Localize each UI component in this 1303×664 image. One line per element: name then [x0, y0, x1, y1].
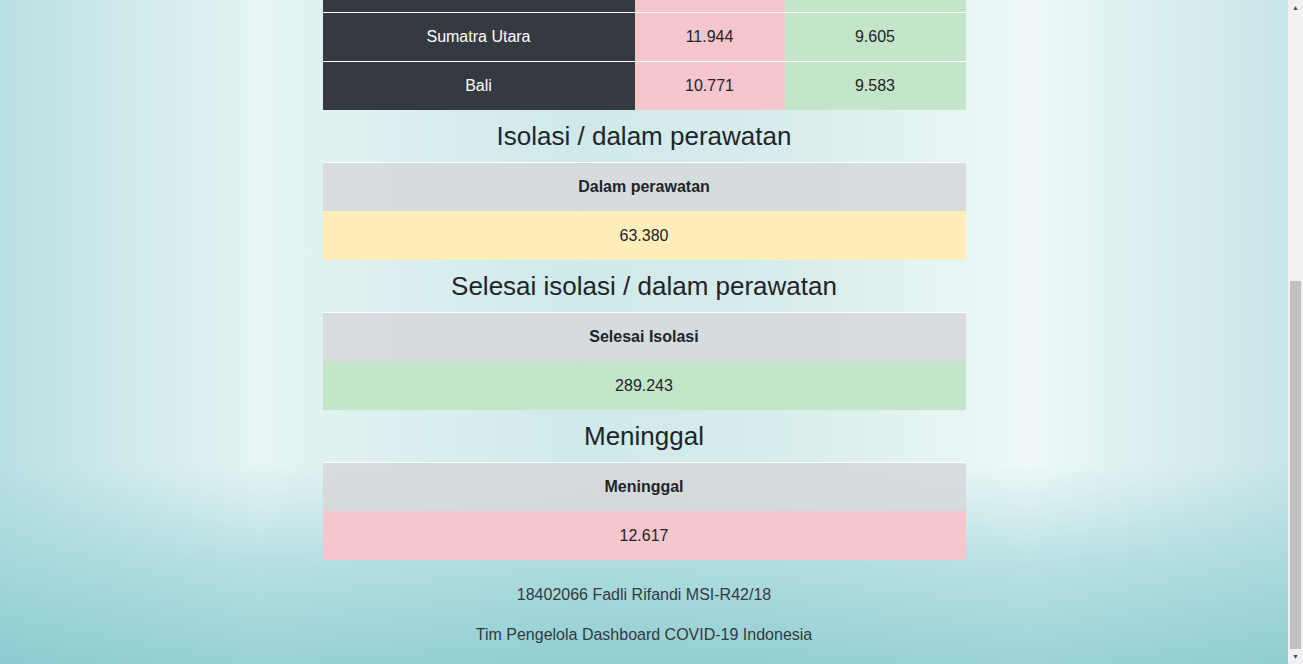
content-column: Sumatra Utara11.9449.605Bali10.7719.583I…: [323, 0, 966, 664]
scroll-track[interactable]: [1288, 15, 1303, 649]
footer-text: Tim Pengelola Dashboard COVID-19 Indones…: [323, 623, 966, 647]
footer-text: 18402066 Fadli Rifandi MSI-R42/18: [323, 583, 966, 607]
footer: 18402066 Fadli Rifandi MSI-R42/18 Tim Pen…: [323, 560, 966, 663]
province-cell: Sumatra Utara: [323, 13, 635, 61]
province-table: Sumatra Utara11.9449.605Bali10.7719.583: [323, 0, 966, 110]
stat-label: Selesai Isolasi: [323, 312, 966, 361]
stat-value: 12.617: [323, 511, 966, 560]
recovered-cell: 9.583: [785, 62, 966, 110]
stat-value: 63.380: [323, 211, 966, 260]
page: Sumatra Utara11.9449.605Bali10.7719.583I…: [0, 0, 1303, 664]
recovered-cell: [785, 0, 966, 12]
recovered-cell: 9.605: [785, 13, 966, 61]
dashboard: Sumatra Utara11.9449.605Bali10.7719.583I…: [0, 0, 1288, 664]
table-row: Sumatra Utara11.9449.605: [323, 12, 966, 61]
stat-value: 289.243: [323, 361, 966, 410]
stat-label: Meninggal: [323, 462, 966, 511]
province-cell: [323, 0, 635, 12]
scrollbar[interactable]: ▲▼: [1288, 0, 1303, 664]
scroll-up-icon[interactable]: ▲: [1288, 0, 1303, 15]
province-cell: Bali: [323, 62, 635, 110]
positive-cell: [635, 0, 785, 12]
stat-section: MeninggalMeninggal12.617: [323, 410, 966, 560]
stat-section: Selesai isolasi / dalam perawatanSelesai…: [323, 260, 966, 410]
table-row: Bali10.7719.583: [323, 61, 966, 110]
positive-cell: 10.771: [635, 62, 785, 110]
positive-cell: 11.944: [635, 13, 785, 61]
scroll-down-icon[interactable]: ▼: [1288, 649, 1303, 664]
section-heading: Meninggal: [323, 410, 966, 462]
stat-section: Isolasi / dalam perawatanDalam perawatan…: [323, 110, 966, 260]
section-heading: Selesai isolasi / dalam perawatan: [323, 260, 966, 312]
section-heading: Isolasi / dalam perawatan: [323, 110, 966, 162]
stat-label: Dalam perawatan: [323, 162, 966, 211]
table-row-partial: [323, 0, 966, 12]
scroll-thumb[interactable]: [1290, 281, 1301, 649]
